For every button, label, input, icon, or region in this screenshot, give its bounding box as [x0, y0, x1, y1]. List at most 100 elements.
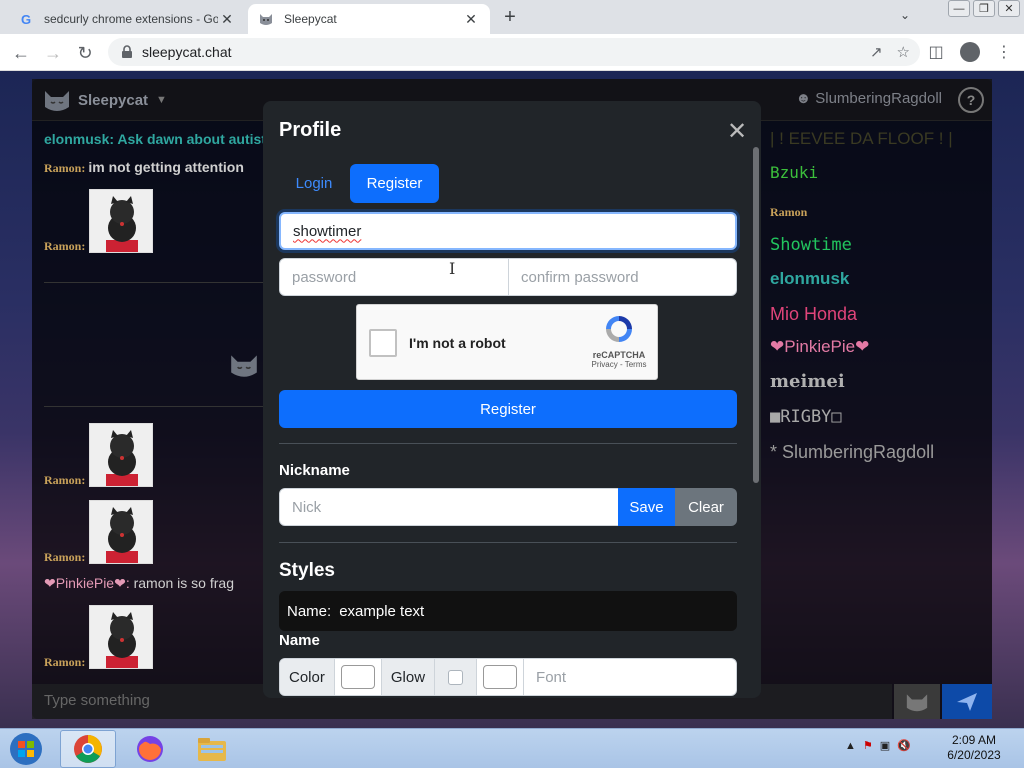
forward-arrow-icon[interactable]: → [40, 40, 66, 66]
color-swatch[interactable] [340, 665, 375, 689]
brand-menu[interactable]: Sleepycat ▼ [42, 87, 167, 113]
help-button[interactable]: ? [958, 87, 984, 113]
profile-avatar-icon[interactable] [958, 40, 982, 64]
user-list-item[interactable]: ■RIGBY□ [770, 407, 842, 427]
styles-heading: Styles [279, 560, 335, 581]
chrome-icon [74, 735, 102, 763]
recaptcha-logo: reCAPTCHA Privacy - Terms [589, 313, 649, 369]
close-tab-icon[interactable]: ✕ [218, 10, 236, 28]
message-author[interactable]: Ramon [44, 473, 81, 487]
recaptcha-icon [606, 316, 632, 342]
system-tray: ▲ ⚑ ▣ 🔇 [845, 739, 911, 753]
user-list-item[interactable]: meimei [770, 371, 845, 392]
new-tab-button[interactable]: + [498, 6, 522, 30]
message-author[interactable]: Ramon [44, 161, 81, 175]
browser-toolbar: ← → ↻ sleepycat.chat ↗ ☆ ◫ ⋮ [0, 34, 1024, 71]
glow-color-swatch[interactable] [483, 665, 518, 689]
minimize-button[interactable]: — [948, 0, 970, 17]
clock[interactable]: 2:09 AM 6/20/2023 [944, 733, 1004, 763]
text-cursor-icon: I [449, 259, 456, 278]
start-button[interactable] [6, 731, 46, 767]
recaptcha-privacy-terms[interactable]: Privacy - Terms [589, 360, 649, 369]
name-style-input-group: Color Glow Font [279, 658, 737, 696]
message: Ramon: im not getting attention [44, 159, 244, 175]
bookmark-star-icon[interactable]: ☆ [897, 43, 910, 61]
user-list-item[interactable]: Bzuki [770, 163, 818, 182]
share-icon[interactable]: ↗ [870, 43, 883, 61]
message-text: ramon is so frag [133, 575, 234, 591]
recaptcha-checkbox[interactable] [369, 329, 397, 357]
user-list-item[interactable]: elonmusk [770, 269, 849, 289]
close-icon[interactable]: ✕ [725, 120, 749, 145]
tab-search-chevron-icon[interactable]: ⌄ [895, 8, 915, 28]
message-author[interactable]: Ramon [44, 239, 81, 253]
style-preview: Name: example text [279, 591, 737, 631]
kebab-menu-icon[interactable]: ⋮ [992, 40, 1016, 64]
address-bar[interactable]: sleepycat.chat ↗ ☆ [108, 38, 920, 66]
recaptcha-label: I'm not a robot [409, 335, 506, 351]
confirm-password-field[interactable]: confirm password [508, 258, 737, 296]
user-list-item[interactable]: | ! EEVEE DA FLOOF ! | [770, 129, 953, 149]
message: elonmusk: Ask dawn about autists [44, 131, 274, 147]
modal-scrollbar[interactable] [753, 147, 759, 483]
user-list-item[interactable]: * SlumberingRagdoll [770, 442, 934, 463]
user-circle-icon: ☻ [795, 90, 812, 107]
nickname-label: Nickname [279, 462, 350, 479]
username-input[interactable]: showtimer [279, 212, 737, 250]
glow-toggle[interactable] [435, 659, 478, 695]
preview-name: Name: [287, 602, 332, 620]
taskbar-firefox[interactable] [122, 730, 178, 768]
message-author[interactable]: elonmusk [44, 131, 109, 147]
network-icon[interactable]: ▣ [880, 739, 890, 752]
recaptcha-brand: reCAPTCHA [592, 350, 646, 360]
message: ❤PinkiePie❤: ramon is so frag [44, 575, 234, 591]
user-list-item[interactable]: Showtime [770, 235, 852, 255]
brand-name: Sleepycat [78, 91, 149, 109]
current-user[interactable]: ☻ SlumberingRagdoll [795, 90, 942, 107]
cat-face-icon [228, 351, 260, 382]
password-field[interactable]: password [279, 258, 509, 296]
close-window-button[interactable]: ✕ [998, 0, 1020, 17]
nick-input[interactable]: Nick [279, 488, 619, 526]
clear-button[interactable]: Clear [675, 488, 737, 526]
lucky-cat-image [89, 189, 153, 253]
glow-checkbox[interactable] [448, 669, 464, 685]
side-panel-icon[interactable]: ◫ [924, 40, 948, 64]
message-author[interactable]: ❤PinkiePie❤ [44, 575, 126, 591]
message-author[interactable]: Ramon [44, 655, 81, 669]
close-tab-icon[interactable]: ✕ [462, 10, 480, 28]
glow-color-picker[interactable] [477, 659, 525, 695]
reload-icon[interactable]: ↻ [72, 40, 98, 66]
message-text: Ask dawn about autists [117, 131, 274, 147]
action-center-flag-icon[interactable]: ⚑ [863, 739, 873, 752]
user-list-item[interactable]: Mio Honda [770, 304, 857, 325]
volume-muted-icon[interactable]: 🔇 [897, 739, 911, 752]
font-input[interactable]: Font [524, 659, 736, 695]
tab-sleepycat[interactable]: Sleepycat ✕ [248, 4, 490, 34]
user-list-item[interactable]: ❤PinkiePie❤ [770, 337, 869, 357]
message: Ramon: [44, 655, 86, 669]
windows-logo-icon [10, 733, 42, 765]
cat-emoji-button[interactable] [894, 684, 940, 719]
color-picker[interactable] [334, 659, 382, 695]
message-author[interactable]: Ramon [44, 550, 81, 564]
tab-register[interactable]: Register [350, 164, 439, 203]
taskbar-chrome[interactable] [60, 730, 116, 768]
profile-modal: Profile ✕ Login Register showtimer passw… [263, 101, 761, 698]
back-arrow-icon[interactable]: ← [8, 40, 34, 66]
save-button[interactable]: Save [618, 488, 675, 526]
send-button[interactable] [942, 684, 992, 719]
tab-google-search[interactable]: G sedcurly chrome extensions - Go ✕ [8, 4, 246, 34]
message-text: im not getting attention [88, 159, 244, 175]
name-style-label: Name [279, 632, 320, 649]
register-button[interactable]: Register [279, 390, 737, 428]
tab-title: Sleepycat [284, 12, 337, 26]
maximize-button[interactable]: ❐ [973, 0, 995, 17]
message: Ramon: [44, 239, 86, 253]
preview-text: example text [339, 602, 425, 620]
show-hidden-icons-icon[interactable]: ▲ [845, 740, 856, 752]
lucky-cat-image [89, 605, 153, 669]
taskbar-explorer[interactable] [184, 730, 240, 768]
tab-login[interactable]: Login [279, 164, 349, 203]
user-list-item[interactable]: Ramon [770, 205, 807, 220]
